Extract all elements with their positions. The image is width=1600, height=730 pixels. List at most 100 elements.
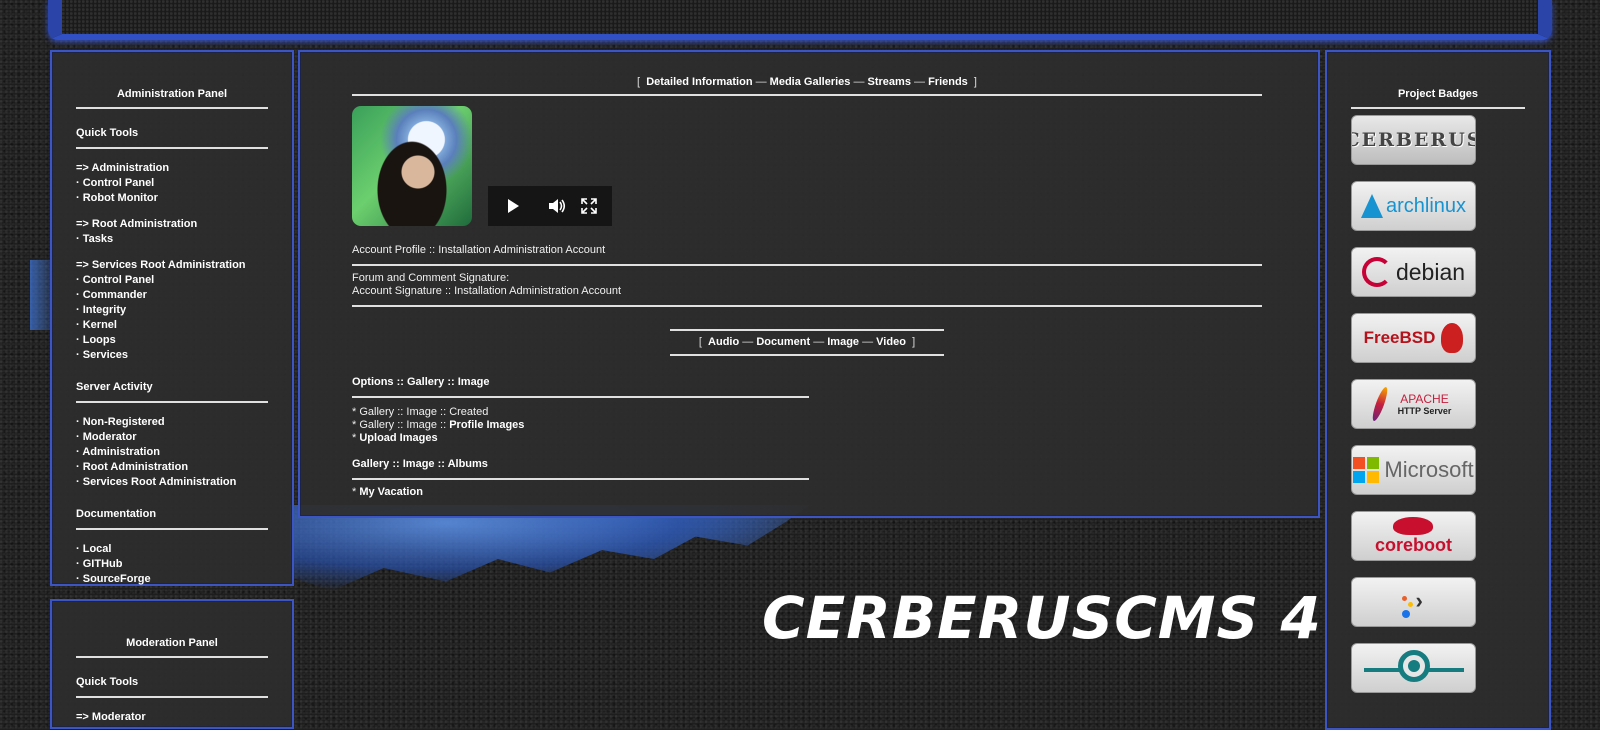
nav-link-integrity[interactable]: Integrity <box>83 304 126 316</box>
apache-feather-icon <box>1369 385 1390 423</box>
account-profile-text: Account Profile :: Installation Administ… <box>352 244 606 256</box>
nav-link-services[interactable]: Services <box>83 349 128 361</box>
moderation-quick-tools-list: => Moderator <box>76 710 268 725</box>
tab-video[interactable]: Video <box>876 336 906 348</box>
archlinux-badge[interactable]: archlinux <box>1351 181 1476 231</box>
album-line: * My Vacation <box>352 486 809 499</box>
album-link-my-vacation[interactable]: My Vacation <box>359 486 423 498</box>
section-title-quick-tools: Quick Tools <box>76 127 268 149</box>
tab-streams[interactable]: Streams <box>868 76 911 88</box>
tab-separator: — <box>742 336 754 348</box>
panel-title: Moderation Panel <box>76 637 268 658</box>
tab-separator: — <box>813 336 825 348</box>
profile-images-prefix: * Gallery :: Image :: <box>352 419 450 431</box>
nav-link-administration[interactable]: => Administration <box>76 162 169 174</box>
nav-link-sourceforge[interactable]: SourceForge <box>83 573 151 585</box>
tab-separator: — <box>862 336 874 348</box>
nav-item: · Services Root Administration <box>76 475 268 490</box>
lineageos-badge[interactable] <box>1351 643 1476 693</box>
bullet: · <box>76 334 83 346</box>
nav-link-loops[interactable]: Loops <box>83 334 116 346</box>
arch-icon <box>1360 194 1383 218</box>
nav-link-robot-monitor[interactable]: Robot Monitor <box>83 192 158 204</box>
tab-detailed-information[interactable]: Detailed Information <box>646 76 752 88</box>
signature-label: Forum and Comment Signature: <box>352 272 510 284</box>
debian-badge[interactable]: debian <box>1351 247 1476 297</box>
nav-link-administration[interactable]: Administration <box>82 446 160 458</box>
nav-link-control-panel[interactable]: Control Panel <box>83 274 155 286</box>
nav-group-head: => Root Administration <box>76 217 268 232</box>
nav-link-moderator[interactable]: => Moderator <box>76 711 146 723</box>
bullet: · <box>76 461 83 473</box>
cerberus-badge[interactable]: CERBERUS <box>1351 115 1476 165</box>
nav-link-root-administration[interactable]: => Root Administration <box>76 218 197 230</box>
badge-label: CERBERUS <box>1351 129 1476 151</box>
nav-link-local[interactable]: Local <box>83 543 112 555</box>
gallery-options-title: Options :: Gallery :: Image <box>352 376 809 398</box>
nav-group-head: => Services Root Administration <box>76 258 268 273</box>
bullet: · <box>76 349 83 361</box>
nav-item: · Control Panel <box>76 176 268 191</box>
nav-link-github[interactable]: GITHub <box>83 558 123 570</box>
nav-item: · Kernel <box>76 318 268 333</box>
nav-link-services-root-administration[interactable]: => Services Root Administration <box>76 259 246 271</box>
beastie-icon <box>1441 323 1464 353</box>
tab-media-galleries[interactable]: Media Galleries <box>770 76 851 88</box>
nav-item: · Administration <box>76 445 268 460</box>
freebsd-badge[interactable]: FreeBSD <box>1351 313 1476 363</box>
project-badges-panel: Project Badges CERBERUS archlinux debian Fr… <box>1325 50 1551 730</box>
nav-link-non-registered[interactable]: Non-Registered <box>83 416 165 428</box>
debian-swirl-icon <box>1361 257 1392 287</box>
upload-images-link[interactable]: Upload Images <box>359 432 437 444</box>
play-icon[interactable] <box>498 186 528 226</box>
microsoft-logo-icon <box>1353 457 1380 483</box>
bracket-open: [ <box>637 76 641 88</box>
volume-icon[interactable] <box>544 186 570 226</box>
nav-item: · Root Administration <box>76 460 268 475</box>
nav-item: · Services <box>76 348 268 363</box>
nav-item: · Moderator <box>76 430 268 445</box>
nav-link-tasks[interactable]: Tasks <box>83 233 113 245</box>
tab-friends[interactable]: Friends <box>928 76 968 88</box>
nav-link-root-administration[interactable]: Root Administration <box>83 461 188 473</box>
dots-arrow-icon: › <box>1394 582 1434 622</box>
apache-badge[interactable]: APACHE HTTP Server <box>1351 379 1476 429</box>
apache-text: APACHE HTTP Server <box>1398 392 1452 416</box>
site-wordmark: CERBERUSCMS 4 <box>762 584 1322 652</box>
nav-item: · Robot Monitor <box>76 191 268 206</box>
section-title-server-activity: Server Activity <box>76 381 268 403</box>
gallery-albums-title: Gallery :: Image :: Albums <box>352 458 809 480</box>
badge-list: CERBERUS archlinux debian FreeBSD APACHE HTTP… <box>1351 115 1525 693</box>
nav-item: · Loops <box>76 333 268 348</box>
profile-images-line: * Gallery :: Image :: Profile Images <box>352 419 809 432</box>
group-spacer <box>76 247 268 258</box>
bullet: · <box>76 319 83 331</box>
nav-link-services-root-administration[interactable]: Services Root Administration <box>83 476 237 488</box>
profile-images-link[interactable]: Profile Images <box>449 419 524 431</box>
microsoft-badge[interactable]: Microsoft <box>1351 445 1476 495</box>
fullscreen-icon[interactable] <box>576 186 602 226</box>
tab-separator: — <box>755 76 767 88</box>
nav-item: · Tasks <box>76 232 268 247</box>
nav-link-moderator[interactable]: Moderator <box>83 431 137 443</box>
panel-title: Project Badges <box>1351 88 1525 109</box>
bullet: · <box>76 558 83 570</box>
nav-item: · Commander <box>76 288 268 303</box>
administration-panel-content: Administration Panel Quick Tools => Admi… <box>76 52 268 587</box>
media-row <box>352 106 1262 238</box>
documentation-list: · Local · GITHub · SourceForge <box>76 542 268 587</box>
bullet: · <box>76 192 83 204</box>
gallery-options: Options :: Gallery :: Image * Gallery ::… <box>352 376 809 445</box>
administration-panel: Administration Panel Quick Tools => Admi… <box>50 50 294 586</box>
tab-document[interactable]: Document <box>756 336 810 348</box>
coreboot-badge[interactable]: coreboot <box>1351 511 1476 561</box>
tab-audio[interactable]: Audio <box>708 336 739 348</box>
arrow-badge[interactable]: › <box>1351 577 1476 627</box>
tab-image[interactable]: Image <box>827 336 859 348</box>
nav-link-control-panel[interactable]: Control Panel <box>83 177 155 189</box>
panel-title: Administration Panel <box>76 88 268 109</box>
nav-link-kernel[interactable]: Kernel <box>83 319 117 331</box>
media-type-tabs: [ Audio — Document — Image — Video ] <box>670 329 944 356</box>
nav-link-commander[interactable]: Commander <box>83 289 147 301</box>
coreboot-rabbit-icon <box>1393 516 1434 535</box>
